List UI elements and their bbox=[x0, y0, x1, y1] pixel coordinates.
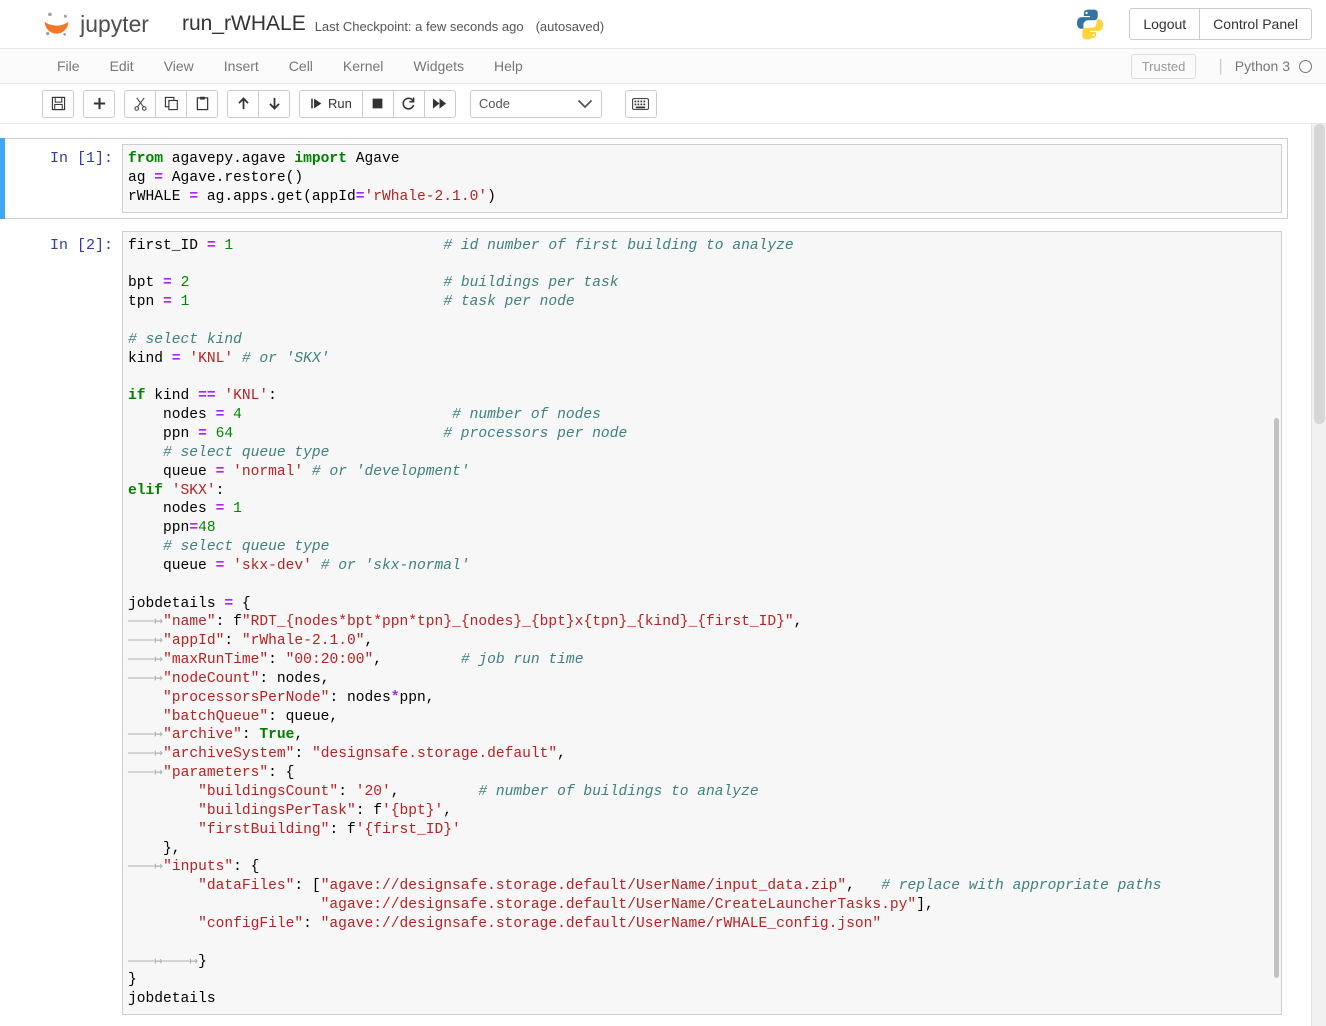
svg-text:jupyter: jupyter bbox=[79, 11, 149, 37]
cell-code-editor[interactable]: first_ID = 1 # id number of first buildi… bbox=[122, 230, 1282, 1016]
kernel-separator: | bbox=[1218, 56, 1223, 75]
menu-insert[interactable]: Insert bbox=[209, 49, 274, 83]
open-command-palette-button[interactable] bbox=[624, 89, 657, 118]
toolbar-group-save bbox=[42, 89, 74, 118]
toolbar-group-run: Run bbox=[299, 89, 456, 118]
fast-forward-icon bbox=[433, 98, 447, 109]
jupyter-logo-icon: jupyter bbox=[44, 11, 149, 37]
menu-kernel[interactable]: Kernel bbox=[328, 49, 398, 83]
cell-execution-prompt: In [1]: bbox=[49, 150, 113, 167]
header-button-group: Logout Control Panel bbox=[1129, 7, 1312, 41]
last-checkpoint-label: Last Checkpoint: a few seconds ago bbox=[314, 18, 524, 34]
floppy-disk-save-icon bbox=[51, 96, 65, 111]
move-cell-up-button[interactable] bbox=[227, 89, 259, 118]
paste-icon bbox=[196, 96, 208, 111]
menu-cell[interactable]: Cell bbox=[274, 49, 328, 83]
plus-add-cell-icon bbox=[93, 97, 105, 110]
cell-scrollbar-thumb[interactable] bbox=[1274, 417, 1279, 978]
menu-help[interactable]: Help bbox=[479, 49, 538, 83]
save-button[interactable] bbox=[42, 89, 74, 118]
toolbar-group-move bbox=[227, 89, 290, 118]
copy-cell-button[interactable] bbox=[155, 89, 187, 118]
cell-execution-prompt: In [2]: bbox=[49, 236, 113, 254]
interrupt-kernel-button[interactable] bbox=[361, 89, 394, 118]
cell-source-code[interactable]: first_ID = 1 # id number of first buildi… bbox=[128, 237, 1277, 1010]
run-play-icon bbox=[311, 98, 322, 109]
move-cell-down-button[interactable] bbox=[258, 89, 290, 118]
cell-vertical-scrollbar[interactable] bbox=[1272, 231, 1281, 1015]
menu-widgets[interactable]: Widgets bbox=[398, 49, 479, 83]
cut-cell-button[interactable] bbox=[124, 89, 156, 118]
toolbar-group-keyboard bbox=[624, 89, 657, 118]
menu-view[interactable]: View bbox=[149, 49, 209, 83]
cell-code-editor[interactable]: from agavepy.agave import Agave ag = Aga… bbox=[122, 144, 1282, 213]
paste-cell-button[interactable] bbox=[186, 89, 218, 118]
cell-source-code[interactable]: from agavepy.agave import Agave ag = Aga… bbox=[128, 150, 1277, 207]
run-cell-button[interactable]: Run bbox=[299, 89, 363, 118]
copy-icon bbox=[164, 96, 178, 111]
autosave-status: (autosaved) bbox=[535, 18, 605, 34]
menubar-right: Trusted | Python 3 bbox=[1130, 49, 1312, 83]
control-panel-button[interactable]: Control Panel bbox=[1199, 7, 1312, 41]
notebook-header: jupyter run_rWHALE Last Checkpoint: a fe… bbox=[0, 0, 1326, 48]
cell-type-dropdown[interactable]: Code bbox=[469, 89, 602, 118]
jupyter-logo-link[interactable]: jupyter bbox=[36, 7, 168, 41]
scissors-cut-icon bbox=[133, 97, 147, 111]
toolbar-group-insert bbox=[83, 89, 115, 118]
page-scrollbar-thumb[interactable] bbox=[1314, 124, 1325, 424]
notebook-scroll-panel[interactable]: In [1]: from agavepy.agave import Agave a… bbox=[0, 124, 1326, 1026]
menubar: File Edit View Insert Cell Kernel Widget… bbox=[0, 48, 1326, 84]
notebook-toolbar: Run Code bbox=[0, 84, 1326, 124]
code-cell[interactable]: In [2]: first_ID = 1 # id number of first… bbox=[0, 225, 1288, 1022]
insert-cell-below-button[interactable] bbox=[83, 89, 115, 118]
restart-kernel-button[interactable] bbox=[392, 89, 425, 118]
toolbar-group-clipboard bbox=[124, 89, 218, 118]
arrow-down-icon bbox=[268, 97, 280, 110]
arrow-up-icon bbox=[237, 97, 249, 110]
python-logo-icon bbox=[1077, 9, 1104, 40]
page-vertical-scrollbar[interactable] bbox=[1311, 124, 1326, 1026]
restart-and-run-all-button[interactable] bbox=[423, 89, 456, 118]
stop-square-icon bbox=[372, 98, 383, 109]
cell-type-value: Code bbox=[478, 96, 510, 111]
logout-button[interactable]: Logout bbox=[1129, 7, 1201, 41]
kernel-name-label: Python 3 bbox=[1234, 58, 1290, 74]
kernel-idle-circle-icon[interactable] bbox=[1299, 59, 1312, 73]
chevron-down-icon bbox=[577, 99, 592, 108]
menu-file[interactable]: File bbox=[42, 49, 95, 83]
run-button-label: Run bbox=[328, 96, 352, 111]
notebook-name[interactable]: run_rWHALE bbox=[182, 12, 306, 36]
keyboard-shortcuts-icon bbox=[632, 97, 650, 110]
trusted-badge[interactable]: Trusted bbox=[1130, 53, 1197, 79]
notebook-container: In [1]: from agavepy.agave import Agave a… bbox=[0, 124, 1288, 1021]
code-cell[interactable]: In [1]: from agavepy.agave import Agave a… bbox=[0, 138, 1288, 219]
restart-circular-arrow-icon bbox=[402, 97, 415, 110]
menu-edit[interactable]: Edit bbox=[95, 49, 149, 83]
header-right-controls: Logout Control Panel bbox=[1073, 7, 1312, 41]
